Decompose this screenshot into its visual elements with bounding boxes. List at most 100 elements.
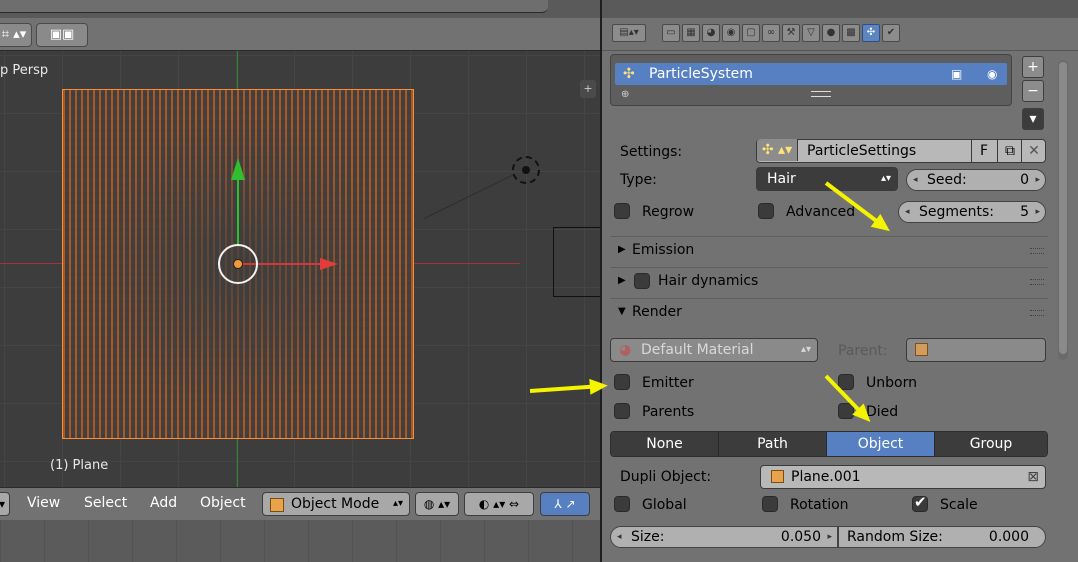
render-as-selector[interactable]: None Path Object Group (610, 431, 1048, 457)
world-icon[interactable]: ◉ (722, 24, 740, 42)
viewport-shading-select[interactable]: ◍ ▴▾ (415, 492, 459, 516)
texture-icon[interactable]: ▩ (842, 24, 860, 42)
clear-icon[interactable]: ⊠ (1027, 466, 1039, 488)
editor-type-button[interactable]: ▾ (0, 492, 10, 516)
material-icon: ◕ (619, 342, 632, 358)
panel-drag-grip[interactable] (1030, 310, 1044, 316)
render-as-object-button[interactable]: Object (827, 432, 935, 456)
data-icon[interactable]: ▽ (802, 24, 820, 42)
seed-value: 0 (1020, 172, 1029, 188)
object-cube-icon (915, 343, 928, 356)
seed-field[interactable]: ◂ Seed: 0 ▸ (906, 169, 1046, 191)
mode-label: Object Mode (291, 496, 380, 512)
expanded-triangle-icon: ▼ (618, 306, 626, 317)
new-settings-icon[interactable]: ⧉ (997, 140, 1022, 162)
increment-icon[interactable]: ▸ (1035, 170, 1040, 190)
render-icon[interactable]: ▭ (662, 24, 680, 42)
gizmo-x-arrow-icon[interactable] (320, 258, 338, 270)
segments-field[interactable]: ◂ Segments: 5 ▸ (898, 201, 1046, 223)
3d-viewport[interactable]: ⌗ ▴▾ ▣▣ + p Persp (1) Plane ▾ View Selec… (0, 0, 600, 562)
particle-settings-field[interactable]: ✣ ▴▾ ParticleSettings F ⧉ ✕ (756, 139, 1046, 163)
parents-checkbox[interactable] (614, 403, 630, 419)
decrement-icon[interactable]: ◂ (905, 202, 910, 222)
tool-shelf-toggle-icon[interactable]: + (580, 80, 596, 98)
unlink-icon[interactable]: ✕ (1021, 140, 1046, 162)
eye-icon[interactable]: ◉ (987, 63, 997, 85)
render-as-path-button[interactable]: Path (719, 432, 827, 456)
rotation-checkbox[interactable] (762, 496, 778, 512)
active-object-label: (1) Plane (50, 458, 109, 473)
specials-menu-button[interactable]: ▾ (1022, 108, 1044, 130)
particle-system-row[interactable]: ✣ ParticleSystem ▣ ◉ (615, 63, 1007, 85)
viewport-footer: ▾ View Select Add Object Object Mode ▴▾ … (0, 487, 600, 520)
dupli-object-label: Dupli Object: (620, 469, 712, 485)
render-as-none-button[interactable]: None (611, 432, 719, 456)
lamp-icon[interactable] (512, 156, 540, 184)
list-resize-grip[interactable] (811, 91, 831, 97)
fake-user-button[interactable]: F (971, 140, 996, 162)
particle-settings-name: ParticleSettings (807, 143, 917, 159)
global-checkbox[interactable] (614, 496, 630, 512)
collapsed-triangle-icon: ▶ (618, 244, 626, 255)
size-value: 0.050 (780, 529, 821, 545)
physics-icon[interactable]: ✔ (882, 24, 900, 42)
panel-drag-grip[interactable] (1030, 248, 1044, 254)
updown-icon: ▴▾ (392, 498, 403, 509)
hair-dynamics-panel-header[interactable]: ▶ Hair dynamics (610, 267, 1048, 294)
parent-field[interactable] (906, 338, 1046, 362)
particle-system-list[interactable]: ✣ ParticleSystem ▣ ◉ ⊕ (610, 54, 1012, 106)
material-icon[interactable]: ● (822, 24, 840, 42)
object-icon[interactable]: ▢ (742, 24, 760, 42)
list-filter-icon[interactable]: ⊕ (621, 89, 629, 100)
render-toggle-icon[interactable]: ▣ (951, 63, 962, 85)
pivot-point-select[interactable]: ◐ ▴▾ ⇔ (464, 492, 534, 516)
view-layout-buttons[interactable]: ▣▣ (36, 23, 88, 47)
interaction-mode-select[interactable]: Object Mode ▴▾ (262, 492, 410, 516)
seed-label: Seed: (927, 172, 967, 188)
render-layers-icon[interactable]: ▦ (682, 24, 700, 42)
emitter-label: Emitter (642, 375, 694, 391)
remove-slot-button[interactable]: − (1022, 80, 1044, 102)
properties-scrollbar[interactable] (1058, 60, 1068, 360)
editor-type-select[interactable]: ⌗ ▴▾ (0, 23, 32, 47)
particle-settings-browse-icon[interactable]: ✣ ▴▾ (757, 139, 798, 161)
menu-object[interactable]: Object (200, 495, 246, 511)
dupli-object-field[interactable]: Plane.001 ⊠ (760, 465, 1046, 489)
size-field[interactable]: ◂ Size: 0.050 ▸ (610, 526, 838, 548)
camera-object[interactable] (553, 227, 600, 297)
type-dropdown[interactable]: Hair ▴▾ (756, 167, 898, 191)
gizmo-y-line (237, 180, 239, 244)
editor-type-select[interactable]: ▤▴▾ (612, 24, 646, 42)
increment-icon[interactable]: ▸ (1035, 202, 1040, 222)
segments-value: 5 (1020, 204, 1029, 220)
particles-icon[interactable]: ✣ (862, 24, 880, 42)
add-slot-button[interactable]: + (1022, 56, 1044, 78)
segments-label: Segments: (919, 204, 995, 220)
emitter-checkbox[interactable] (614, 374, 630, 390)
scale-checkbox[interactable] (912, 493, 928, 512)
render-as-group-button[interactable]: Group (935, 432, 1047, 456)
render-panel-header[interactable]: ▼ Render (610, 298, 1048, 325)
manipulator-toggle[interactable]: ⅄ ↗ (540, 492, 590, 516)
constraints-icon[interactable]: ∞ (762, 24, 780, 42)
type-value: Hair (767, 171, 796, 187)
material-dropdown[interactable]: ◕ Default Material ▴▾ (610, 338, 818, 362)
increment-icon[interactable]: ▸ (827, 527, 832, 547)
properties-top-strip (602, 0, 1078, 18)
random-size-field[interactable]: Random Size: 0.000 (838, 526, 1046, 548)
decrement-icon[interactable]: ◂ (617, 527, 622, 547)
hair-dynamics-checkbox[interactable] (634, 273, 650, 289)
material-value: Default Material (641, 342, 754, 358)
gizmo-y-arrow-icon[interactable] (231, 158, 245, 180)
panel-drag-grip[interactable] (1030, 279, 1044, 285)
menu-select[interactable]: Select (84, 495, 127, 511)
advanced-checkbox[interactable] (758, 203, 774, 219)
regrow-checkbox[interactable] (614, 203, 630, 219)
menu-view[interactable]: View (27, 495, 60, 511)
menu-add[interactable]: Add (150, 495, 177, 511)
modifiers-icon[interactable]: ⚒ (782, 24, 800, 42)
decrement-icon[interactable]: ◂ (913, 170, 918, 190)
scene-icon[interactable]: ◕ (702, 24, 720, 42)
scrollbar-thumb[interactable] (1059, 62, 1067, 354)
emission-panel-header[interactable]: ▶ Emission (610, 236, 1048, 263)
